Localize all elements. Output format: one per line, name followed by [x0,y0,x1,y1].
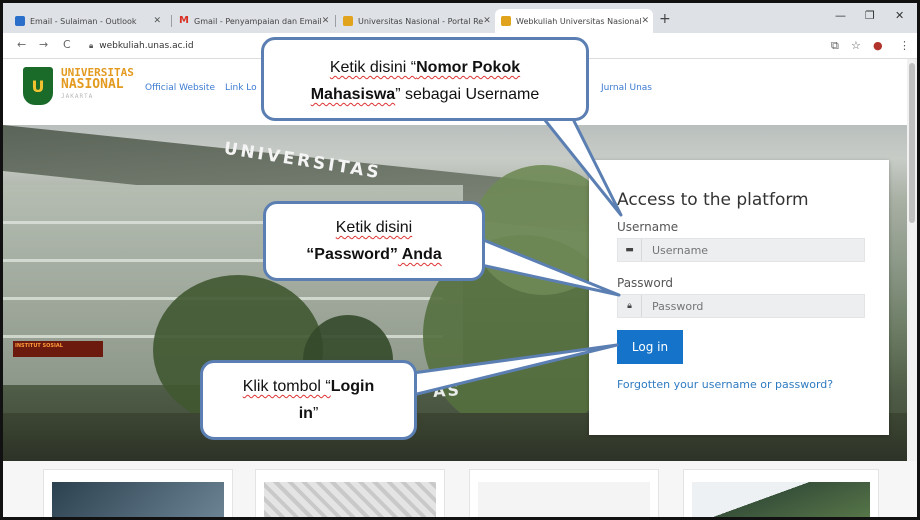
login-card: Access to the platform Username ▬ Passwo… [589,160,889,435]
maximize-icon[interactable]: ❐ [865,9,875,22]
browser-tab-gmail[interactable]: M Gmail - Penyampaian dan Email ✕ [173,9,333,33]
lower-sign: AS [432,380,462,401]
browser-tab-strip: Email - Sulaiman - Outlook ✕ M Gmail - P… [3,3,917,33]
profile-avatar-icon[interactable]: ● [873,39,883,52]
username-field[interactable]: ▬ [617,238,865,262]
callout-bold: Nomor Pokok [416,59,521,76]
bookmark-star-icon[interactable]: ☆ [851,39,861,52]
thumbnail-card[interactable] [255,469,445,517]
browser-tab-portal[interactable]: Universitas Nasional - Portal Re ✕ [337,9,493,33]
tab-label: Webkuliah Universitas Nasional [516,16,642,26]
callout-text: ” sebagai Username [395,86,540,103]
username-label: Username [617,220,679,234]
university-crest-logo[interactable]: U [23,67,53,105]
gmail-icon: M [179,15,189,26]
close-tab-icon[interactable]: ✕ [483,16,491,26]
login-button[interactable]: Log in [617,330,683,364]
callout-text: Klik tombol “ [242,378,331,395]
tab-label: Email - Sulaiman - Outlook [30,16,137,26]
close-tab-icon[interactable]: ✕ [322,16,330,26]
close-tab-icon[interactable]: ✕ [641,16,649,26]
password-label: Password [617,276,674,290]
forgot-password-link[interactable]: Forgotten your username or password? [617,378,833,391]
thumbnail-image [478,482,650,517]
outlook-icon [15,16,25,26]
forward-icon[interactable]: → [39,38,48,51]
thumbnail-card[interactable] [469,469,659,517]
nav-link-official-website[interactable]: Official Website [145,83,215,93]
new-tab-button[interactable]: + [659,11,671,27]
logo-line-2: NASIONAL [61,77,124,92]
browser-tab-outlook[interactable]: Email - Sulaiman - Outlook ✕ [9,9,167,33]
callout-bold: Login [330,378,375,395]
logo-line-3: JAKARTA [61,93,94,100]
browser-tab-webkuliah[interactable]: Webkuliah Universitas Nasional ✕ [495,9,653,33]
user-card-icon: ▬ [618,239,642,261]
thumbnail-image [692,482,870,517]
site-nav: Official Website Link Lo [145,83,257,93]
password-field[interactable]: 🔒︎ [617,294,865,318]
reload-icon[interactable]: C [63,38,71,51]
password-input[interactable] [642,299,852,313]
close-window-icon[interactable]: ✕ [895,9,904,22]
password-callout: Ketik disini “Password” Anda [263,201,485,281]
minimize-icon[interactable]: — [835,9,846,22]
unas-icon [343,16,353,26]
url-text: webkuliah.unas.ac.id [99,41,194,51]
callout-text: Ketik disini “ [329,59,417,76]
unas-icon [501,16,511,26]
login-callout: Klik tombol “Login in” [200,360,417,440]
username-input[interactable] [642,243,852,257]
menu-kebab-icon[interactable]: ⋮ [899,39,910,52]
callout-bold: in [298,405,313,422]
thumbnail-card[interactable] [43,469,233,517]
lock-icon: 🔒︎ [618,295,642,317]
back-icon[interactable]: ← [17,38,26,51]
callout-text: Ketik disini [335,219,413,236]
course-thumbnails [3,461,917,517]
callout-bold: Mahasiswa [310,86,396,103]
nav-link-link[interactable]: Link Lo [225,83,257,93]
username-callout: Ketik disini “Nomor Pokok Mahasiswa” seb… [261,37,589,121]
nav-link-jurnal-unas[interactable]: Jurnal Unas [601,83,652,93]
login-title: Access to the platform [617,190,809,210]
scrollbar-thumb[interactable] [909,63,915,223]
tab-label: Gmail - Penyampaian dan Email [194,16,322,26]
page-scrollbar[interactable] [907,59,917,461]
thumbnail-image [264,482,436,517]
callout-text: ” [312,405,319,422]
callout-bold: “Password” [306,246,398,263]
tab-label: Universitas Nasional - Portal Re [358,16,484,26]
red-banner-sign: INSTITUT SOSIAL [13,341,103,357]
university-logo-text[interactable]: UNIVERSITAS NASIONAL JAKARTA [61,67,134,103]
thumbnail-image [52,482,224,517]
lock-icon: 🔒︎ [89,41,94,50]
translate-icon[interactable]: ⧉ [831,39,839,53]
thumbnail-card[interactable] [683,469,879,517]
close-tab-icon[interactable]: ✕ [153,16,161,26]
screenshot-frame: Email - Sulaiman - Outlook ✕ M Gmail - P… [0,0,920,520]
callout-text: Anda [397,246,442,263]
